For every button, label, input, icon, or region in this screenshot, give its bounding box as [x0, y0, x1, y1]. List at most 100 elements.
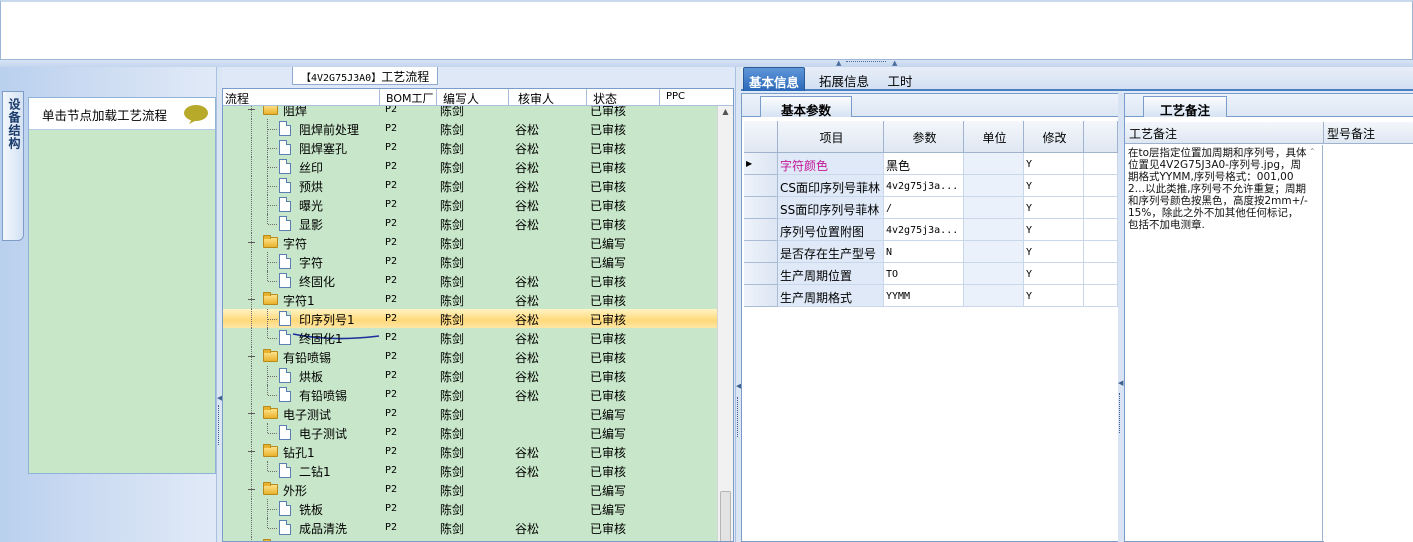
params-row[interactable]: 生产周期位置 TO Y [744, 263, 1118, 285]
param-unit-cell[interactable] [964, 197, 1024, 219]
param-unit-cell[interactable] [964, 175, 1024, 197]
writer-cell: 陈剑 [440, 218, 465, 232]
col-header-modify[interactable]: 修改 [1024, 121, 1084, 153]
param-modify-cell[interactable]: Y [1024, 285, 1084, 307]
param-unit-cell[interactable] [964, 219, 1024, 241]
collapse-node-icon[interactable] [248, 451, 255, 452]
param-value-cell[interactable]: 4v2g75j3a... [884, 175, 964, 197]
param-modify-cell[interactable]: Y [1024, 219, 1084, 241]
params-row[interactable]: CS面印序列号菲林 4v2g75j3a... Y [744, 175, 1118, 197]
tree-node-row[interactable]: 曝光 P2 陈剑 谷松 已审核 [223, 195, 717, 214]
row-header[interactable] [744, 219, 778, 241]
tree-node-row[interactable]: 字符 P2 陈剑 已编写 [223, 252, 717, 271]
tree-folder-row[interactable]: 字符1 P2 陈剑 谷松 已审核 [223, 290, 717, 309]
col-header-writer[interactable]: 编写人 [436, 89, 508, 106]
splitter-grip[interactable] [846, 61, 886, 65]
col-header-ppc[interactable]: PPC [659, 89, 733, 106]
tab-basic-params[interactable]: 基本参数 [760, 96, 852, 118]
tree-node-row[interactable]: 阻焊塞孔 P2 陈剑 谷松 已审核 [223, 138, 717, 157]
bom-cell: P2 [385, 142, 398, 153]
params-row[interactable]: 序列号位置附图 4v2g75j3a... Y [744, 219, 1118, 241]
tree-node-row[interactable]: 预烘 P2 陈剑 谷松 已审核 [223, 176, 717, 195]
param-modify-cell[interactable]: Y [1024, 175, 1084, 197]
params-row[interactable]: 生产周期格式 YYMM Y [744, 285, 1118, 307]
param-modify-cell[interactable]: Y [1024, 197, 1084, 219]
collapse-up-icon[interactable]: ▲ [836, 60, 841, 67]
tree-node-row[interactable]: 电子测试 P2 陈剑 已编写 [223, 423, 717, 442]
row-header[interactable] [744, 197, 778, 219]
tree-node-row[interactable]: 丝印 P2 陈剑 谷松 已审核 [223, 157, 717, 176]
tree-folder-row[interactable]: 电子测试 P2 陈剑 已编写 [223, 404, 717, 423]
collapse-node-icon[interactable] [248, 413, 255, 414]
scroll-up-icon[interactable]: ⌃ [1309, 147, 1316, 156]
status-cell: 已审核 [590, 370, 627, 384]
tab-extended-info[interactable]: 拓展信息 [811, 67, 877, 91]
collapse-node-icon[interactable] [248, 356, 255, 357]
tab-equipment-structure[interactable]: 设备结构 [2, 91, 24, 241]
scroll-up-icon[interactable]: ▲ [718, 106, 733, 118]
params-row[interactable]: 是否存在生产型号 N Y [744, 241, 1118, 263]
collapse-node-icon[interactable] [248, 242, 255, 243]
col-header-value[interactable]: 参数 [884, 121, 964, 153]
tree-node-row[interactable]: 铣板 P2 陈剑 已编写 [223, 499, 717, 518]
param-unit-cell[interactable] [964, 263, 1024, 285]
row-header[interactable] [744, 241, 778, 263]
model-remarks-textarea[interactable] [1324, 145, 1413, 542]
tree-node-row[interactable]: 二钻1 P2 陈剑 谷松 已审核 [223, 461, 717, 480]
splitter-grip[interactable] [737, 397, 740, 437]
collapse-node-icon[interactable] [248, 489, 255, 490]
tab-working-hours[interactable]: 工时 [881, 67, 919, 91]
tree-node-row[interactable]: 成品清洗 P2 陈剑 谷松 已审核 [223, 518, 717, 537]
scroll-thumb[interactable] [720, 491, 731, 541]
col-header-item[interactable]: 项目 [778, 121, 884, 153]
tree-node-row[interactable]: 印序列号1 P2 陈剑 谷松 已审核 [223, 309, 717, 340]
col-header-bom[interactable]: BOM工厂 [379, 89, 436, 106]
param-value-cell[interactable]: YYMM [884, 285, 964, 307]
param-value-cell[interactable]: / [884, 197, 964, 219]
tree-node-row[interactable]: 阻焊前处理 P2 陈剑 谷松 已审核 [223, 119, 717, 138]
param-unit-cell[interactable] [964, 285, 1024, 307]
param-modify-cell[interactable]: Y [1024, 153, 1084, 175]
remarks-textarea[interactable]: 在to层指定位置加周期和序列号，具体位置见4V2G75J3A0-序列号.jpg，… [1125, 145, 1323, 542]
tree-node-row[interactable]: 有铅喷锡 P2 陈剑 谷松 已审核 [223, 385, 717, 404]
row-header[interactable] [744, 285, 778, 307]
param-unit-cell[interactable] [964, 153, 1024, 175]
tree-node-row[interactable]: 显影 P2 陈剑 谷松 已审核 [223, 214, 717, 233]
tab-process-remarks[interactable]: 工艺备注 [1143, 96, 1227, 118]
tree-node-row[interactable]: 烘板 P2 陈剑 谷松 已审核 [223, 366, 717, 385]
param-modify-cell[interactable]: Y [1024, 263, 1084, 285]
col-header-unit[interactable]: 单位 [964, 121, 1024, 153]
params-row[interactable]: ▶ 字符颜色 黑色 Y [744, 153, 1118, 175]
params-row[interactable]: SS面印序列号菲林 / Y [744, 197, 1118, 219]
horizontal-splitter[interactable]: ▲ ▲ [0, 60, 1413, 67]
param-value-cell[interactable]: 黑色 [884, 153, 964, 175]
col-header-reviewer[interactable]: 核审人 [508, 89, 586, 106]
splitter-grip[interactable] [1119, 393, 1122, 433]
tree-folder-row[interactable]: 外形 P2 陈剑 已编写 [223, 480, 717, 499]
tree-folder-row[interactable]: 终检P2陈剑已审核 [223, 537, 717, 541]
row-header[interactable] [744, 263, 778, 285]
tree-scrollbar[interactable]: ▲ [717, 106, 733, 541]
tree-folder-row[interactable]: 字符 P2 陈剑 已编写 [223, 233, 717, 252]
splitter-grip[interactable] [218, 405, 221, 445]
collapse-up-icon[interactable]: ▲ [892, 60, 897, 67]
collapse-node-icon[interactable] [248, 109, 255, 110]
col-header-status[interactable]: 状态 [586, 89, 659, 106]
tree-node-row[interactable]: 终固化 P2 陈剑 谷松 已审核 [223, 271, 717, 290]
row-header[interactable] [744, 175, 778, 197]
collapse-node-icon[interactable] [248, 299, 255, 300]
param-modify-cell[interactable]: Y [1024, 241, 1084, 263]
param-value-cell[interactable]: N [884, 241, 964, 263]
collapse-left-icon[interactable]: ◀ [1118, 380, 1123, 387]
param-value-cell[interactable]: 4v2g75j3a... [884, 219, 964, 241]
current-row-icon[interactable]: ▶ [744, 153, 778, 175]
param-unit-cell[interactable] [964, 241, 1024, 263]
tree-folder-row[interactable]: 钻孔1 P2 陈剑 谷松 已审核 [223, 442, 717, 461]
tree-node-row[interactable]: 终固化1 P2 陈剑 谷松 已审核 [223, 328, 717, 347]
tree-folder-row[interactable]: 有铅喷锡 P2 陈剑 谷松 已审核 [223, 347, 717, 366]
writer-cell: 陈剑 [440, 123, 465, 137]
tab-basic-info[interactable]: 基本信息 [743, 67, 805, 91]
col-header-process[interactable]: 流程 [223, 89, 379, 106]
tree-folder-row[interactable]: 阻焊 P2 陈剑 已审核 [223, 106, 717, 119]
param-value-cell[interactable]: TO [884, 263, 964, 285]
